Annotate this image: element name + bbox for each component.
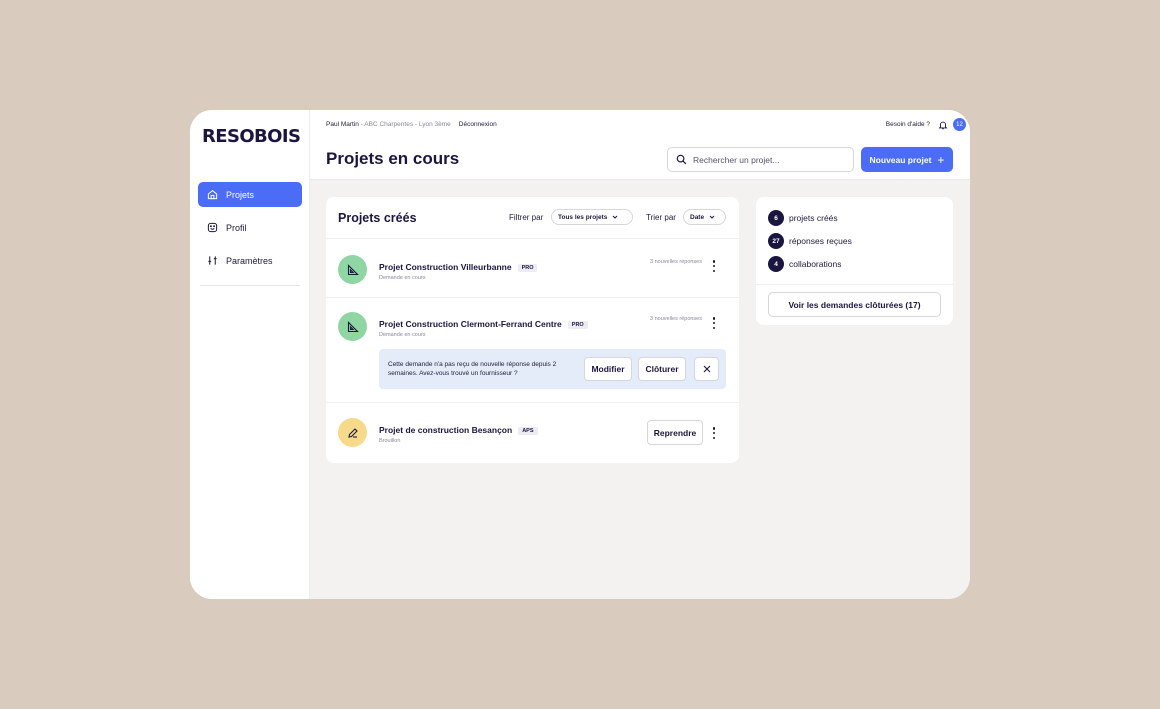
stat-label: collaborations <box>789 259 842 269</box>
logout-link[interactable]: Déconnexion <box>459 121 497 128</box>
pencil-icon <box>347 427 358 438</box>
more-options-icon[interactable] <box>712 427 716 439</box>
set-square-icon <box>347 320 359 332</box>
home-icon <box>207 189 218 200</box>
stat-value: 6 <box>768 210 784 226</box>
logo: RESOBOIS <box>202 126 301 147</box>
user-company: - ABC Charpentes - Lyon 3ème <box>358 121 451 128</box>
sliders-icon <box>208 256 217 265</box>
topbar: Paul Martin - ABC Charpentes - Lyon 3ème… <box>310 110 970 180</box>
stats-divider <box>756 284 953 285</box>
dismiss-alert-button[interactable] <box>694 357 719 381</box>
sidebar-item-label: Paramètres <box>226 255 273 266</box>
user-name: Paul Martin <box>326 121 359 128</box>
search-icon <box>676 154 687 165</box>
project-responses: 3 nouvelles réponses <box>650 259 702 265</box>
row-divider <box>326 402 739 403</box>
sidebar-item-label: Projets <box>226 189 255 200</box>
bell-icon[interactable] <box>938 120 948 130</box>
stat-label: projets créés <box>789 213 838 223</box>
project-status: Demande en cours <box>379 275 426 281</box>
stat-value: 4 <box>768 256 784 272</box>
project-name: Projet Construction Villeurbanne PRO <box>379 262 538 272</box>
app-window: RESOBOIS Projets Profil Paramètres Paul … <box>190 110 970 599</box>
project-responses: 3 nouvelles réponses <box>650 316 702 322</box>
sort-label: Trier par <box>646 213 676 222</box>
plus-icon: + <box>937 152 945 167</box>
inactivity-alert: Cette demande n'a pas reçu de nouvelle r… <box>379 349 726 389</box>
sort-value: Date <box>690 213 705 221</box>
project-avatar <box>338 312 367 341</box>
page-title: Projets en cours <box>326 149 460 168</box>
project-status: Brouillon <box>379 438 401 444</box>
smiley-icon <box>207 222 218 233</box>
search-input[interactable] <box>693 154 843 165</box>
stat-label: réponses reçues <box>789 236 852 246</box>
notification-badge: 12 <box>953 118 966 131</box>
sidebar-item-projets[interactable]: Projets <box>198 182 302 207</box>
projects-card: Projets créés Filtrer par Tous les proje… <box>326 197 739 463</box>
sort-select[interactable]: Date <box>683 209 726 225</box>
chevron-down-icon <box>613 215 618 219</box>
user-info: Paul Martin - ABC Charpentes - Lyon 3ème… <box>326 121 497 128</box>
main-area: Paul Martin - ABC Charpentes - Lyon 3ème… <box>310 110 970 599</box>
help-link[interactable]: Besoin d'aide ? <box>886 121 930 128</box>
project-tag: PRO <box>567 321 588 329</box>
stats-card: 6 projets créés 27 réponses reçues 4 col… <box>756 197 953 325</box>
new-project-button[interactable]: Nouveau projet + <box>861 147 953 172</box>
set-square-icon <box>347 263 359 275</box>
project-name: Projet de construction Besançon APS <box>379 425 538 435</box>
project-tag: PRO <box>517 264 538 272</box>
project-status: Demande en cours <box>379 332 426 338</box>
sidebar-divider <box>200 285 300 286</box>
filter-value: Tous les projets <box>558 213 608 221</box>
closed-requests-button[interactable]: Voir les demandes clôturées (17) <box>768 292 941 317</box>
chevron-down-icon <box>709 215 715 219</box>
search-box[interactable] <box>667 147 854 172</box>
filter-select[interactable]: Tous les projets <box>551 209 633 225</box>
new-project-label: Nouveau projet <box>869 154 932 165</box>
modify-button[interactable]: Modifier <box>584 357 632 381</box>
close-icon <box>703 365 710 373</box>
sidebar-item-label: Profil <box>226 222 247 233</box>
alert-text: Cette demande n'a pas reçu de nouvelle r… <box>388 361 557 377</box>
project-name: Projet Construction Clermont-Ferrand Cen… <box>379 319 588 329</box>
more-options-icon[interactable] <box>712 317 716 329</box>
filter-label: Filtrer par <box>509 213 544 222</box>
close-project-button[interactable]: Clôturer <box>638 357 686 381</box>
project-tag: APS <box>518 427 538 435</box>
row-divider <box>326 297 739 298</box>
sidebar-item-profil[interactable]: Profil <box>198 215 302 240</box>
stat-collaborations: 4 collaborations <box>768 256 841 272</box>
sidebar: RESOBOIS Projets Profil Paramètres <box>190 110 310 599</box>
stat-value: 27 <box>768 233 784 249</box>
stat-projects: 6 projets créés <box>768 210 838 226</box>
more-options-icon[interactable] <box>712 260 716 272</box>
project-avatar <box>338 418 367 447</box>
sidebar-item-parametres[interactable]: Paramètres <box>198 248 302 273</box>
resume-button[interactable]: Reprendre <box>647 420 703 445</box>
project-avatar <box>338 255 367 284</box>
card-divider <box>326 238 739 239</box>
sidebar-nav: Projets Profil Paramètres <box>198 182 302 281</box>
stat-responses: 27 réponses reçues <box>768 233 852 249</box>
projects-card-title: Projets créés <box>338 211 417 225</box>
